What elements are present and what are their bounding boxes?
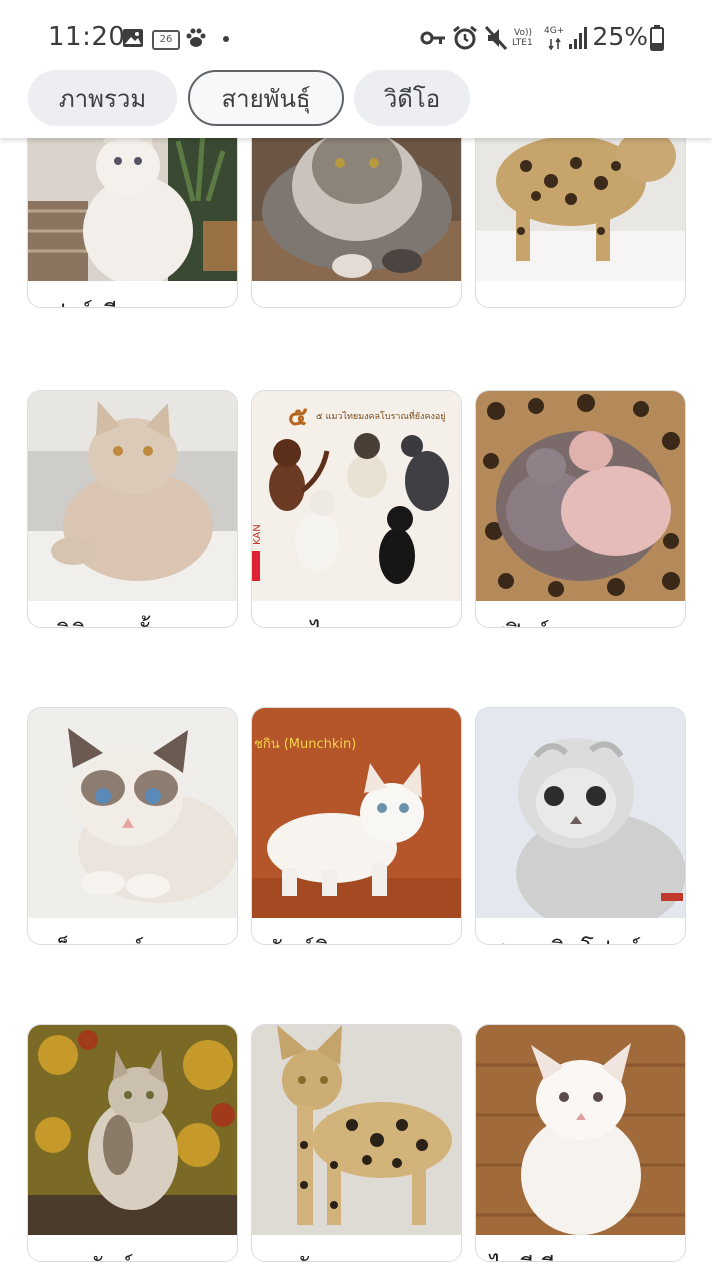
- breed-label: ไซบีเรียน: [490, 1247, 585, 1261]
- thai-side-text: KAN: [252, 524, 263, 545]
- norwegian-cat-image: [28, 1025, 237, 1235]
- chip-overview-label: ภาพรวม: [58, 84, 147, 113]
- chip-videos[interactable]: วิดีโอ: [354, 70, 470, 126]
- breed-card-thai-cat[interactable]: ๕ ๕ แมวไทยมงคลโบราณที่ยังคงอยู่ KAN แมวไ…: [251, 390, 462, 628]
- dot-icon: [223, 36, 229, 42]
- breed-card-ragdoll[interactable]: แร็กดอลล์: [27, 707, 238, 945]
- key-icon: [420, 31, 445, 45]
- mainecoon-cat-image: [252, 138, 461, 281]
- network-lte-text: LTE1: [512, 38, 533, 48]
- breed-card-british-shorthair[interactable]: บริติชขนสั้น: [27, 390, 238, 628]
- british-shorthair-cat-image: [28, 391, 237, 601]
- breed-label: แมวพันธุ์: [42, 1247, 134, 1261]
- breed-label: แมวไทย: [266, 613, 353, 627]
- breed-label: บริติชขนสั้น: [42, 613, 166, 627]
- breed-card-scottish-fold[interactable]: สกอตติชโฟลด์: [475, 707, 686, 945]
- persian-cat-image: [28, 138, 237, 281]
- mute-icon: [484, 25, 508, 51]
- breed-label: สกอตติชโฟลด์: [490, 930, 641, 944]
- breed-card-mainecoon[interactable]: เมนคูน: [251, 138, 462, 308]
- data-arrows-icon: [548, 38, 561, 50]
- chip-breeds-label: สายพันธุ์: [221, 84, 311, 113]
- breed-label: เบงกอล: [490, 293, 569, 307]
- breed-card-persian[interactable]: เปอร์เซีย: [27, 138, 238, 308]
- munchkin-caption-text: ชกิน (Munchkin): [254, 737, 356, 752]
- image-icon: [123, 29, 143, 47]
- chip-overview[interactable]: ภาพรวม: [28, 70, 177, 126]
- signal-icon: [569, 27, 587, 49]
- siberian-cat-image: [476, 1025, 685, 1235]
- savannah-cat-image: [252, 1025, 461, 1235]
- thai-cat-image: ๕ ๕ แมวไทยมงคลโบราณที่ยังคงอยู่ KAN: [252, 391, 461, 601]
- filter-chips-bar: ภาพรวม สายพันธุ์ วิดีโอ: [0, 64, 712, 138]
- battery-icon: [650, 25, 664, 51]
- breed-card-bengal[interactable]: เบงกอล: [475, 138, 686, 308]
- alarm-icon: [453, 25, 477, 50]
- network-volte-text: Vo)): [514, 28, 532, 38]
- breed-card-sphynx[interactable]: สฟิงซ์: [475, 390, 686, 628]
- status-time: 11:20: [48, 22, 126, 52]
- munchkin-cat-image: ชกิน (Munchkin): [252, 708, 461, 918]
- breed-label: สฟิงซ์: [490, 613, 550, 627]
- bengal-cat-image: [476, 138, 685, 281]
- chip-videos-label: วิดีโอ: [383, 84, 441, 113]
- sphynx-cat-image: [476, 391, 685, 601]
- breed-card-norwegian[interactable]: แมวพันธุ์: [27, 1024, 238, 1262]
- breed-results-grid: เปอร์เซีย เมนคูน: [0, 138, 712, 1280]
- paw-icon: [186, 28, 206, 47]
- scottish-fold-cat-image: [476, 708, 685, 918]
- thai-banner-numeral: ๕: [288, 402, 308, 432]
- breed-card-munchkin[interactable]: ชกิน (Munchkin) มันช์กิน: [251, 707, 462, 945]
- breed-label: เปอร์เซีย: [42, 293, 131, 307]
- chip-breeds[interactable]: สายพันธุ์: [188, 70, 344, 126]
- breed-card-siberian[interactable]: ไซบีเรียน: [475, 1024, 686, 1262]
- breed-card-savannah[interactable]: ซาวันนา: [251, 1024, 462, 1262]
- network-4g-text: 4G+: [544, 26, 565, 36]
- breed-label: เมนคูน: [266, 293, 339, 307]
- breed-label: มันช์กิน: [266, 930, 345, 944]
- battery-percent: 25%: [592, 22, 648, 51]
- ragdoll-cat-image: [28, 708, 237, 918]
- breed-label: แร็กดอลล์: [42, 930, 144, 944]
- breed-label: ซาวันนา: [266, 1247, 356, 1261]
- notification-badge-icon: 26: [152, 30, 180, 50]
- status-bar: 11:20 26 Vo)) LTE1 4G+ 25%: [0, 0, 712, 72]
